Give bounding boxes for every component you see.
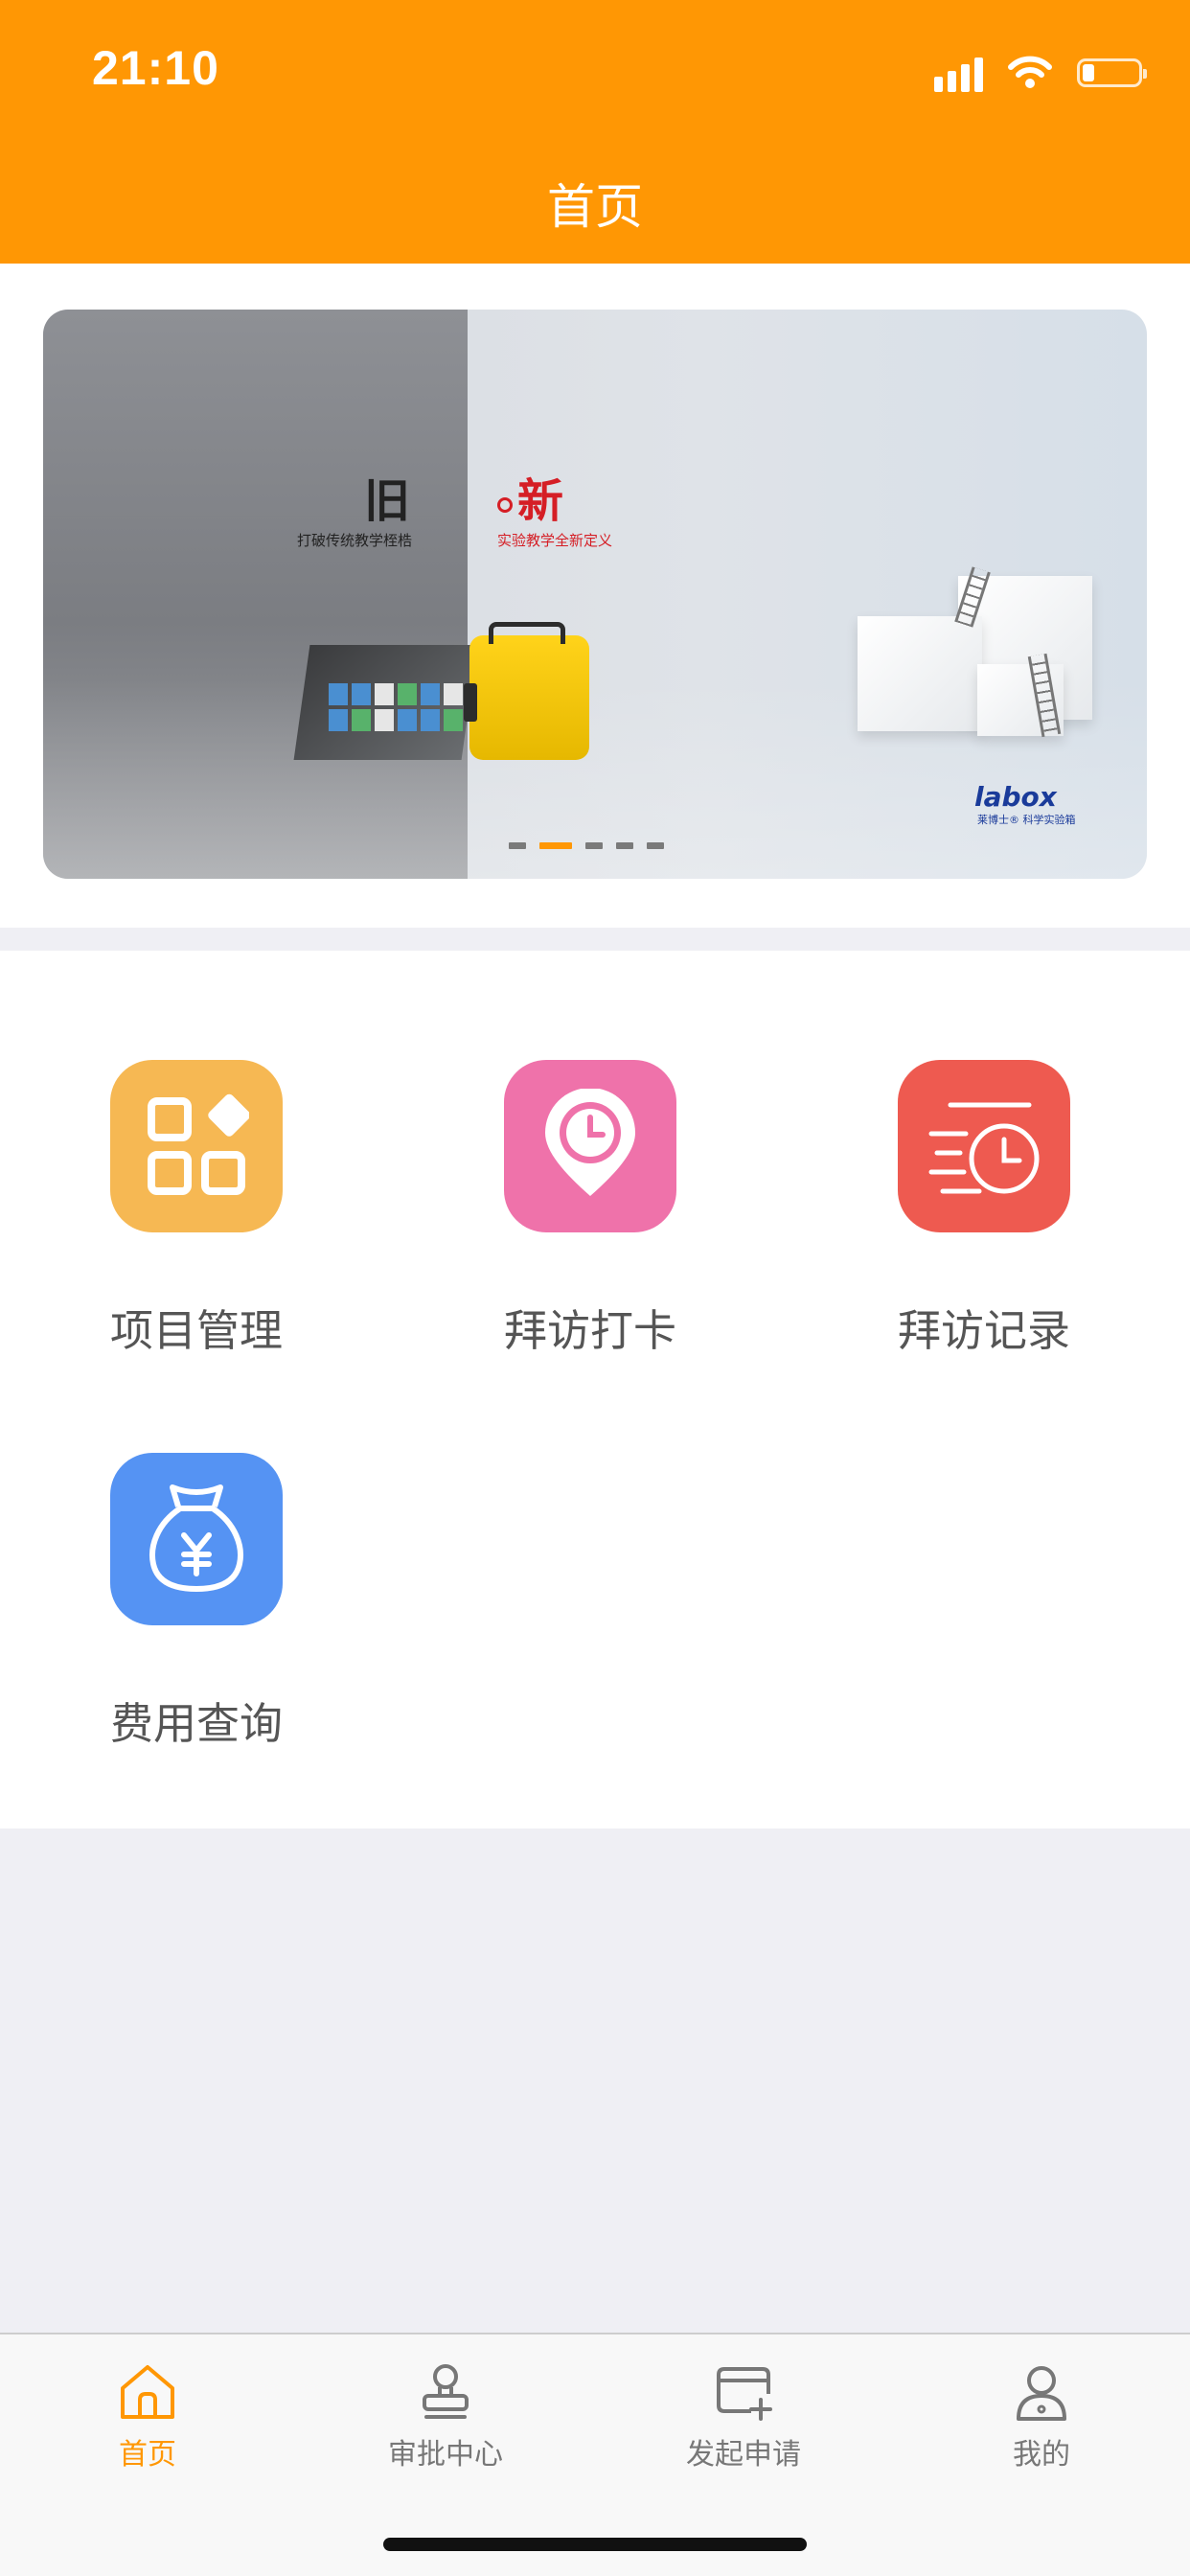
header: 21:10 首页 [0,0,1190,264]
project-management-button[interactable]: 项目管理 [62,1060,331,1358]
tab-home[interactable]: 首页 [52,2361,243,2472]
banner-page-indicator[interactable] [509,842,664,849]
location-clock-icon [504,1060,676,1232]
tab-label: 首页 [119,2438,176,2472]
page-dot[interactable] [509,842,526,849]
tab-mine[interactable]: 我的 [946,2361,1137,2472]
tab-label: 审批中心 [388,2438,503,2472]
grid-item-label: 费用查询 [109,1698,283,1749]
brand-logo: labox [974,781,1057,813]
grid-item-label: 项目管理 [109,1305,283,1356]
signal-icon [934,54,983,92]
status-icons [934,50,1147,96]
promo-banner[interactable]: 旧 打破传统教学桎梏 新 实验教学全新定义 labox 莱博士® 科学实验箱 [43,310,1147,879]
grid-item-label: 拜访记录 [897,1305,1070,1356]
profile-icon [1017,2366,1066,2421]
banner-old-subtitle: 打破传统教学桎梏 [297,532,413,549]
status-time: 21:10 [92,41,219,95]
banner-old-word: 旧 [364,474,411,528]
feature-grid: 项目管理 拜访打卡 拜访记录 费用查询 [0,951,1190,1828]
banner-new-dot-icon [497,497,513,513]
banner-cube [858,616,982,731]
tab-new-application[interactable]: 发起申请 [648,2361,839,2472]
banner-new-subtitle: 实验教学全新定义 [497,532,613,549]
history-clock-icon [898,1060,1070,1232]
home-icon [121,2365,174,2419]
battery-icon [1077,58,1147,87]
brand-subtitle: 莱博士® 科学实验箱 [977,814,1076,826]
tab-label: 我的 [1013,2438,1070,2472]
stamp-icon [423,2364,469,2419]
money-bag-icon [110,1453,283,1625]
page-dot[interactable] [616,842,633,849]
wifi-icon [1008,56,1052,88]
visit-checkin-button[interactable]: 拜访打卡 [456,1060,724,1358]
banner-product-image [293,622,608,760]
banner-section: 旧 打破传统教学桎梏 新 实验教学全新定义 labox 莱博士® 科学实验箱 [0,264,1190,928]
expense-query-button[interactable]: 费用查询 [62,1453,331,1751]
home-indicator[interactable] [383,2538,807,2551]
page-dot-active[interactable] [539,842,572,849]
new-application-icon [717,2367,772,2421]
tab-label: 发起申请 [686,2438,801,2472]
tab-approval-center[interactable]: 审批中心 [350,2361,541,2472]
page-dot[interactable] [647,842,664,849]
page-title: 首页 [547,179,643,235]
apps-grid-icon [110,1060,283,1232]
visit-records-button[interactable]: 拜访记录 [850,1060,1118,1358]
page-dot[interactable] [585,842,603,849]
grid-item-label: 拜访打卡 [503,1305,676,1356]
banner-new-word: 新 [517,474,564,528]
